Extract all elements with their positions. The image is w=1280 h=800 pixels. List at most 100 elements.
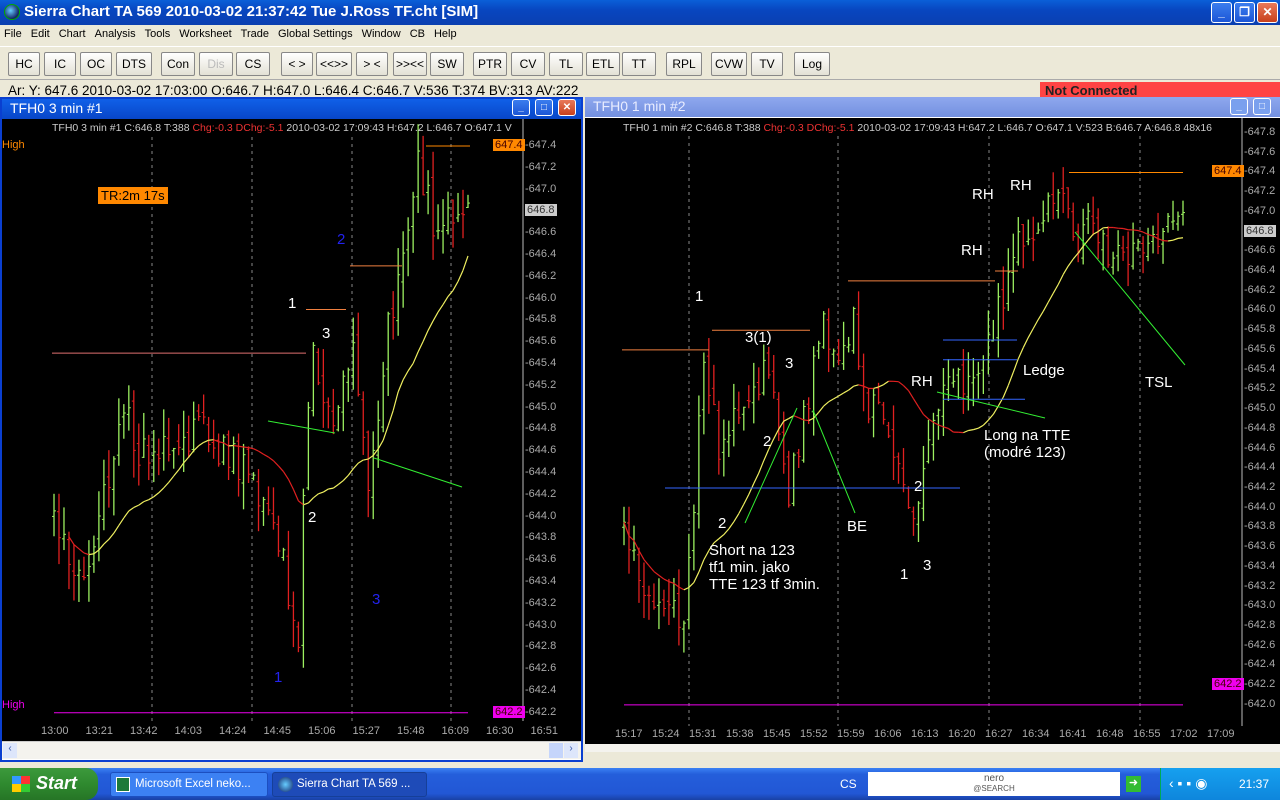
moving-average-segment xyxy=(933,421,939,426)
menu-cb[interactable]: CB xyxy=(410,28,425,45)
chart-window-title[interactable]: TFH0 1 min #2 xyxy=(585,97,1280,117)
moving-average-segment xyxy=(668,581,675,584)
toolbar-button-3[interactable]: DTS xyxy=(116,52,152,76)
moving-average-segment xyxy=(1042,301,1049,312)
toolbar-button-13[interactable]: CV xyxy=(511,52,545,76)
language-indicator[interactable]: CS xyxy=(840,777,857,791)
price-tick-label: -647.0 xyxy=(525,182,557,195)
toolbar-button-9[interactable]: > < xyxy=(356,52,388,76)
scroll-left-button[interactable]: ‹ xyxy=(3,743,17,758)
chart-window-3min[interactable]: TFH0 3 min #1 _ □ ✕ TFH0 3 min #1 C:646.… xyxy=(0,97,583,762)
moving-average-segment xyxy=(738,503,745,514)
time-tick-label: 15:31 xyxy=(689,728,717,740)
moving-average-segment xyxy=(243,446,249,449)
time-tick-label: 15:06 xyxy=(308,725,336,737)
menu-worksheet[interactable]: Worksheet xyxy=(179,28,231,45)
chart-close-button[interactable]: ✕ xyxy=(558,99,576,116)
price-tick-label: -645.6 xyxy=(1244,342,1276,355)
toolbar-button-17[interactable]: RPL xyxy=(666,52,702,76)
menu-chart[interactable]: Chart xyxy=(59,28,86,45)
moving-average-segment xyxy=(392,391,399,411)
toolbar-button-15[interactable]: ETL xyxy=(586,52,620,76)
menu-trade[interactable]: Trade xyxy=(241,28,269,45)
moving-average-segment xyxy=(658,574,665,580)
toolbar-button-1[interactable]: IC xyxy=(44,52,76,76)
moving-average-segment xyxy=(178,462,185,471)
close-button[interactable]: ✕ xyxy=(1257,2,1278,23)
nero-search-box[interactable]: nero @SEARCH xyxy=(868,772,1120,796)
time-tick-label: 16:51 xyxy=(530,725,559,737)
moving-average-segment xyxy=(823,401,830,407)
moving-average-segment xyxy=(83,552,90,556)
toolbar-button-18[interactable]: CVW xyxy=(711,52,747,76)
toolbar-button-8[interactable]: <<>> xyxy=(316,52,352,76)
moving-average-segment xyxy=(1007,372,1014,386)
moving-average-segment xyxy=(303,502,309,506)
moving-average-segment xyxy=(963,429,969,434)
taskbar-sierra-chart[interactable]: Sierra Chart TA 569 ... xyxy=(272,772,427,797)
chart-window-1min[interactable]: TFH0 1 min #2 _ □ TFH0 1 min #2 C:646.8 … xyxy=(585,97,1280,752)
price-tick-label: -646.6 xyxy=(1244,244,1276,257)
lo-marker: 642.2 xyxy=(1212,678,1244,691)
moving-average-segment xyxy=(158,487,165,494)
chart-window-title[interactable]: TFH0 3 min #1 xyxy=(2,99,581,119)
toolbar-button-14[interactable]: TL xyxy=(549,52,583,76)
horizontal-scrollbar[interactable] xyxy=(585,744,1280,752)
chart-plot-area[interactable]: TFH0 3 min #1 C:646.8 T:388 Chg:-0.3 DCh… xyxy=(2,119,581,741)
moving-average-segment xyxy=(728,521,735,530)
moving-average-segment xyxy=(1037,310,1044,320)
toolbar-button-0[interactable]: HC xyxy=(8,52,40,76)
excel-icon xyxy=(116,777,130,792)
toolbar-button-19[interactable]: TV xyxy=(751,52,783,76)
toolbar-button-2[interactable]: OC xyxy=(80,52,112,76)
moving-average-segment xyxy=(1032,319,1039,329)
moving-average-segment xyxy=(623,522,630,537)
menu-file[interactable]: File xyxy=(4,28,22,45)
price-tick-label: -647.2 xyxy=(1244,185,1276,198)
menu-help[interactable]: Help xyxy=(434,28,457,45)
scroll-right-button[interactable]: › xyxy=(564,743,578,758)
moving-average-segment xyxy=(798,417,804,421)
moving-average-segment xyxy=(78,548,85,554)
moving-average-segment xyxy=(363,458,369,461)
toolbar-button-5[interactable]: Dis xyxy=(199,52,233,76)
time-tick-label: 15:17 xyxy=(615,728,643,740)
moving-average-segment xyxy=(108,532,115,540)
time-tick-label: 16:13 xyxy=(911,728,939,740)
time-tick-label: 15:27 xyxy=(352,725,381,737)
toolbar-button-4[interactable]: Con xyxy=(161,52,195,76)
moving-average-segment xyxy=(1087,233,1094,241)
toolbar-button-16[interactable]: TT xyxy=(622,52,656,76)
hi-marker: 647.4 xyxy=(1212,165,1244,178)
toolbar-button-11[interactable]: SW xyxy=(430,52,464,76)
toolbar-button-12[interactable]: PTR xyxy=(473,52,507,76)
annotation-b1: 1 xyxy=(900,566,909,583)
menu-analysis[interactable]: Analysis xyxy=(95,28,136,45)
moving-average-segment xyxy=(1167,239,1174,242)
chart-plot-area[interactable]: TFH0 1 min #2 C:646.8 T:388 Chg:-0.3 DCh… xyxy=(585,118,1280,726)
toolbar-button-7[interactable]: < > xyxy=(281,52,313,76)
menu-edit[interactable]: Edit xyxy=(31,28,50,45)
toolbar-button-20[interactable]: Log xyxy=(794,52,830,76)
maximize-button[interactable]: ❐ xyxy=(1234,2,1255,23)
chart-title: TFH0 3 min #1 xyxy=(10,100,103,116)
minimize-button[interactable]: _ xyxy=(1211,2,1232,23)
moving-average-segment xyxy=(743,494,750,505)
tray-icons[interactable]: ‹ ▪ ▪ ◉ xyxy=(1169,775,1207,792)
toolbar-button-10[interactable]: >><< xyxy=(393,52,427,76)
taskbar-excel[interactable]: Microsoft Excel neko... xyxy=(110,772,268,797)
search-go-button[interactable]: ➜ xyxy=(1126,776,1141,792)
scroll-thumb[interactable] xyxy=(549,743,563,758)
menu-tools[interactable]: Tools xyxy=(145,28,171,45)
menu-global-settings[interactable]: Global Settings xyxy=(278,28,353,45)
horizontal-scrollbar[interactable]: ‹ › xyxy=(2,741,581,759)
toolbar-button-6[interactable]: CS xyxy=(236,52,270,76)
chart-minimize-button[interactable]: _ xyxy=(1230,98,1248,115)
chart-maximize-button[interactable]: □ xyxy=(1253,98,1271,115)
chart-minimize-button[interactable]: _ xyxy=(512,99,530,116)
moving-average-segment xyxy=(193,445,200,452)
chart-maximize-button[interactable]: □ xyxy=(535,99,553,116)
time-tick-label: 16:09 xyxy=(441,725,470,737)
moving-average-segment xyxy=(278,465,284,472)
menu-window[interactable]: Window xyxy=(362,28,401,45)
